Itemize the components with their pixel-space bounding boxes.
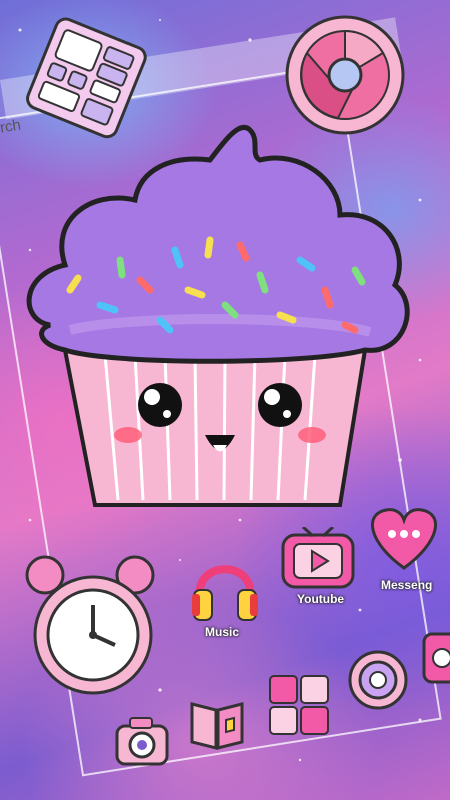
camera-icon[interactable] [112,712,172,772]
play-tv-icon[interactable] [278,527,358,595]
phone-icon[interactable] [420,628,450,688]
music-label[interactable]: Music [205,625,239,639]
alarm-clock-icon[interactable] [15,550,175,710]
cupcake-illustration [26,124,410,507]
contacts-book-icon[interactable] [186,692,248,754]
messenger-label[interactable]: Messeng [381,578,432,592]
gallery-icon[interactable] [266,672,332,738]
headphones-icon[interactable] [190,552,260,624]
youtube-label[interactable]: Youtube [297,592,344,606]
home-screen-wallpaper: rch Music Youtube Messeng [0,0,450,800]
settings-icon[interactable] [346,648,410,712]
chat-heart-icon[interactable] [368,502,440,574]
